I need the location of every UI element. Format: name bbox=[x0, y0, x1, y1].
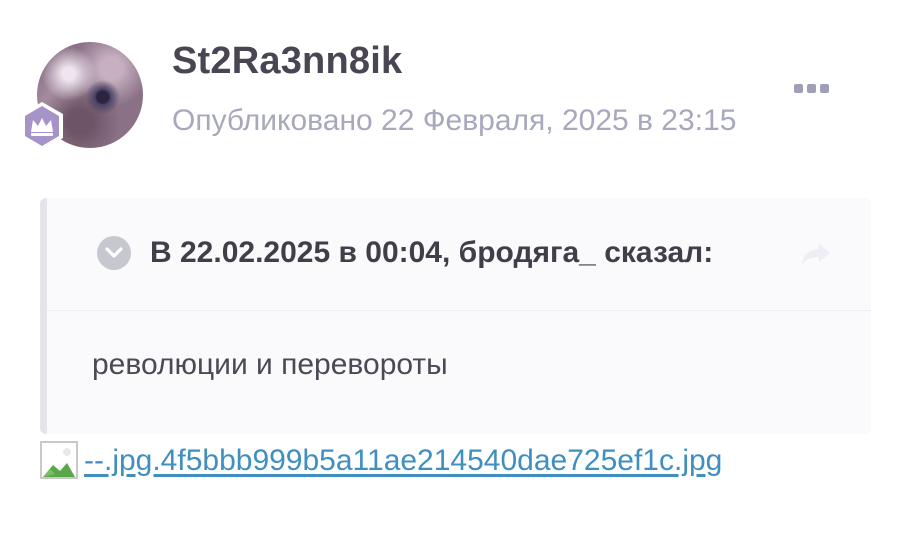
more-dots-icon[interactable] bbox=[794, 84, 834, 100]
quote-text: революции и перевороты bbox=[92, 348, 448, 381]
quote-block: В 22.02.2025 в 00:04, бродяга_ сказал: р… bbox=[40, 198, 871, 434]
chevron-down-icon[interactable] bbox=[97, 236, 131, 270]
attachment-row: --.jpg.4f5bbb999b5a11ae214540dae725ef1c.… bbox=[40, 436, 722, 486]
broken-image-icon bbox=[40, 441, 78, 479]
quote-header: В 22.02.2025 в 00:04, бродяга_ сказал: bbox=[47, 198, 871, 311]
share-arrow-icon[interactable] bbox=[799, 240, 833, 268]
attachment-link[interactable]: --.jpg.4f5bbb999b5a11ae214540dae725ef1c.… bbox=[84, 444, 722, 478]
author-username[interactable]: St2Ra3nn8ik bbox=[172, 40, 402, 83]
post-date: Опубликовано 22 Февраля, 2025 в 23:15 bbox=[172, 104, 737, 137]
quote-citation[interactable]: В 22.02.2025 в 00:04, бродяга_ сказал: bbox=[150, 236, 713, 270]
crown-badge-icon bbox=[21, 102, 63, 150]
forum-post: St2Ra3nn8ik Опубликовано 22 Февраля, 202… bbox=[0, 0, 900, 554]
